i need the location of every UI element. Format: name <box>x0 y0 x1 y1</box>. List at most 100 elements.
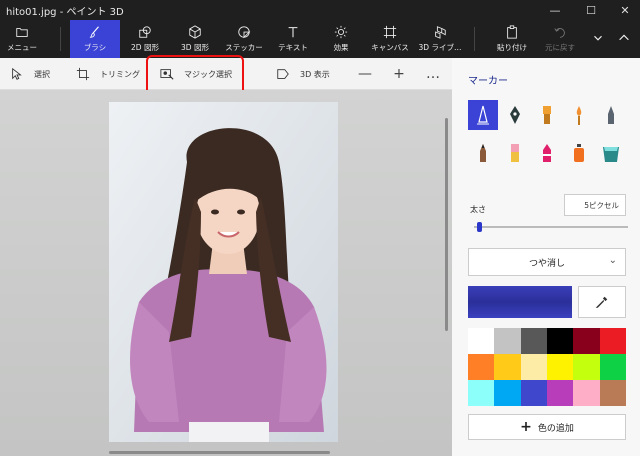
maximize-button[interactable]: ☐ <box>576 0 606 20</box>
brush-icon <box>89 26 99 38</box>
cursor-icon <box>12 67 22 80</box>
spray-can-brush[interactable] <box>564 138 594 168</box>
canvas-area[interactable] <box>0 90 452 456</box>
color-swatch[interactable] <box>547 380 574 406</box>
watercolor-icon <box>576 106 582 125</box>
brush-tool-button[interactable]: ブラシ <box>70 20 120 58</box>
stickers-button[interactable]: ステッカー <box>222 20 266 58</box>
minus-icon: — <box>358 66 372 82</box>
eyedropper-icon <box>595 296 608 308</box>
3d-view-button[interactable]: 3D 表示 <box>276 58 330 90</box>
watercolor-brush[interactable] <box>564 100 594 130</box>
toolbar-divider <box>474 27 475 51</box>
pixel-pen-icon <box>608 106 614 124</box>
sticker-icon <box>238 26 251 39</box>
color-swatch[interactable] <box>547 354 574 380</box>
color-swatch[interactable] <box>520 380 547 406</box>
zoom-out-button[interactable]: — <box>356 58 374 90</box>
color-swatch[interactable] <box>468 380 495 406</box>
expand-button[interactable] <box>588 20 608 58</box>
undo-button[interactable]: 元に戻す <box>538 20 582 58</box>
add-color-button[interactable]: + 色の追加 <box>468 414 626 440</box>
color-swatch[interactable] <box>573 328 600 354</box>
color-swatch[interactable] <box>494 380 521 406</box>
3d-library-icon <box>435 26 446 39</box>
finish-dropdown[interactable]: つや消し ⌄ <box>468 248 626 276</box>
plus-icon: + <box>393 66 405 82</box>
oil-brush[interactable] <box>532 100 562 130</box>
vertical-scrollbar[interactable] <box>445 118 448 331</box>
marker-icon <box>477 105 489 125</box>
brush-panel: マーカー 太さ 5ピクセル つや消し ⌄ + 色の追加 <box>452 58 640 456</box>
crayon-icon <box>543 144 551 162</box>
chevron-down-icon: ⌄ <box>608 255 617 266</box>
thickness-slider-thumb[interactable] <box>477 222 483 232</box>
color-swatch[interactable] <box>520 354 547 380</box>
menu-button[interactable]: メニュー <box>0 20 44 58</box>
title-bar: hito01.jpg - ペイント 3D — ☐ ✕ <box>0 0 640 20</box>
3d-view-icon <box>277 69 289 79</box>
color-swatch[interactable] <box>494 328 521 354</box>
chevron-down-icon <box>594 35 602 41</box>
main-toolbar: メニュー ブラシ 2D 図形 3D 図形 ステッカー テキスト 効果 キャンバス… <box>0 20 640 58</box>
pencil-brush[interactable] <box>468 138 498 168</box>
horizontal-scrollbar[interactable] <box>109 451 330 454</box>
2d-shapes-icon <box>139 26 151 38</box>
pencil-icon <box>480 144 486 162</box>
calligraphy-pen-brush[interactable] <box>500 100 530 130</box>
text-button[interactable]: テキスト <box>272 20 314 58</box>
eyedropper-button[interactable] <box>578 286 626 318</box>
calligraphy-pen-icon <box>510 106 520 124</box>
paste-button[interactable]: 貼り付け <box>490 20 534 58</box>
canvas-button[interactable]: キャンバス <box>366 20 414 58</box>
fill-bucket-brush[interactable] <box>596 138 626 168</box>
minimize-button[interactable]: — <box>540 0 570 20</box>
color-swatch[interactable] <box>468 328 495 354</box>
paste-icon <box>507 25 517 39</box>
eraser-icon <box>511 144 519 162</box>
thickness-slider[interactable] <box>474 226 628 228</box>
color-swatch[interactable] <box>520 328 547 354</box>
collapse-panel-button[interactable] <box>612 20 636 58</box>
panel-title: マーカー <box>468 76 508 87</box>
color-swatch[interactable] <box>599 328 626 354</box>
crayon-brush[interactable] <box>532 138 562 168</box>
2d-shapes-button[interactable]: 2D 図形 <box>122 20 168 58</box>
color-swatch[interactable] <box>468 354 495 380</box>
color-swatch[interactable] <box>599 354 626 380</box>
chevron-up-icon <box>619 34 629 40</box>
undo-icon <box>554 28 565 38</box>
folder-icon <box>16 28 28 37</box>
portrait-photo <box>109 102 338 442</box>
thickness-label: 太さ <box>470 205 486 214</box>
spray-can-icon <box>574 144 584 162</box>
zoom-in-button[interactable]: + <box>390 58 408 90</box>
3d-shapes-icon <box>189 25 201 39</box>
text-icon <box>288 27 298 38</box>
3d-library-button[interactable]: 3D ライブ… <box>416 20 464 58</box>
color-swatch[interactable] <box>573 380 600 406</box>
plus-icon: + <box>520 419 532 435</box>
color-palette <box>468 328 626 406</box>
effects-button[interactable]: 効果 <box>320 20 362 58</box>
photo-canvas[interactable] <box>109 102 338 442</box>
select-button[interactable]: 選択 <box>10 58 50 90</box>
more-options-button[interactable]: … <box>424 58 442 90</box>
fill-bucket-icon <box>603 147 619 162</box>
color-swatch[interactable] <box>573 354 600 380</box>
crop-button[interactable]: トリミング <box>76 58 140 90</box>
canvas-icon <box>383 25 397 39</box>
eraser-brush[interactable] <box>500 138 530 168</box>
color-swatch[interactable] <box>547 328 574 354</box>
color-swatch[interactable] <box>494 354 521 380</box>
window-title: hito01.jpg - ペイント 3D <box>6 7 124 18</box>
pixel-pen-brush[interactable] <box>596 100 626 130</box>
3d-shapes-button[interactable]: 3D 図形 <box>172 20 218 58</box>
close-button[interactable]: ✕ <box>610 0 640 20</box>
color-swatch[interactable] <box>599 380 626 406</box>
selected-color-swatch[interactable] <box>468 286 572 318</box>
thickness-input[interactable]: 5ピクセル <box>564 194 626 216</box>
crop-icon <box>76 67 90 81</box>
marker-brush[interactable] <box>468 100 498 130</box>
oil-brush-icon <box>543 106 551 124</box>
